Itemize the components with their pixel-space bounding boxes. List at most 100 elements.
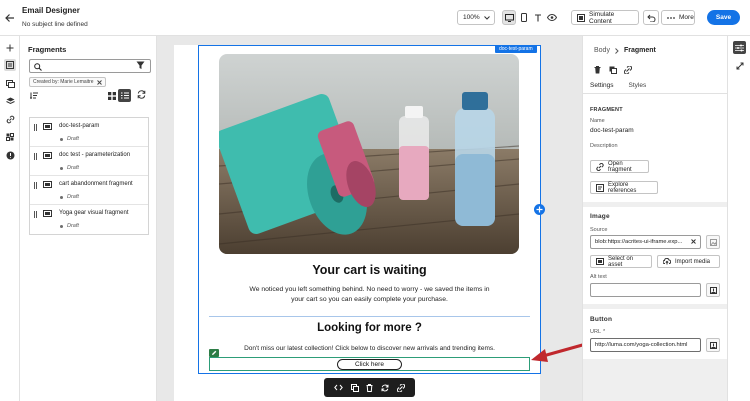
- back-arrow-icon[interactable]: [5, 13, 15, 23]
- filter-icon[interactable]: [136, 61, 145, 70]
- fragment-section-label: FRAGMENT: [590, 107, 623, 113]
- alt-text-personalize-button[interactable]: [706, 283, 720, 297]
- list-item[interactable]: cart abandonment fragment Draft: [30, 176, 148, 205]
- source-field[interactable]: blob:https://acrites-ui-iframe.exp...: [590, 235, 701, 249]
- refresh-icon[interactable]: [381, 384, 389, 392]
- mobile-view-button[interactable]: [517, 10, 531, 25]
- delete-icon[interactable]: [366, 383, 373, 392]
- explore-references-button[interactable]: Explore references: [590, 181, 658, 194]
- link-icon[interactable]: [4, 113, 16, 125]
- duplicate-icon[interactable]: [609, 66, 617, 74]
- divider: [209, 316, 530, 317]
- pencil-icon[interactable]: [209, 349, 219, 357]
- assets-icon[interactable]: [4, 78, 16, 90]
- undo-button[interactable]: [643, 10, 659, 25]
- desktop-view-button[interactable]: [502, 10, 516, 25]
- paragraph-cart[interactable]: We noticed you left something behind. No…: [248, 285, 491, 305]
- fragment-name: cart abandonment fragment: [59, 181, 133, 187]
- desktop-icon: [504, 13, 514, 22]
- source-label: Source: [590, 227, 608, 233]
- description-label: Description: [590, 143, 618, 149]
- list-item[interactable]: Yoga gear visual fragment Draft: [30, 205, 148, 234]
- more-label: More: [679, 14, 694, 21]
- mobile-icon: [521, 13, 527, 22]
- image-picker-button[interactable]: [706, 235, 720, 249]
- preview-button[interactable]: [545, 10, 559, 25]
- alt-text-label: Alt text: [590, 274, 607, 280]
- collapse-panel-icon[interactable]: [733, 59, 746, 72]
- validation-icon[interactable]: [4, 149, 16, 161]
- personalization-icon[interactable]: [4, 131, 16, 143]
- url-value: http://luma.com/yoga-collection.html: [595, 342, 688, 348]
- list-item[interactable]: doc test - parameterization Draft: [30, 147, 148, 176]
- code-icon[interactable]: [334, 384, 343, 391]
- drag-handle-icon[interactable]: [34, 211, 37, 218]
- subject-line[interactable]: No subject line defined: [22, 21, 88, 28]
- list-item[interactable]: doc-test-param Draft: [30, 118, 148, 147]
- delete-icon[interactable]: [594, 66, 601, 74]
- drag-handle-icon[interactable]: [34, 153, 37, 160]
- unlink-icon[interactable]: [397, 383, 406, 392]
- simulate-content-button[interactable]: Simulate Content: [571, 10, 639, 25]
- fragment-thumbnail-icon: [43, 123, 52, 130]
- section-separator: [583, 304, 727, 309]
- duplicate-icon[interactable]: [350, 383, 359, 392]
- url-personalize-button[interactable]: [706, 338, 720, 352]
- selection-tag: doc-test-param: [495, 45, 537, 53]
- open-fragment-label: Open fragment: [608, 160, 632, 173]
- paragraph-collection[interactable]: Don't miss our latest collection! Click …: [198, 345, 541, 352]
- select-asset-label: Select on asset: [608, 255, 634, 268]
- image-section-label: Image: [590, 213, 610, 220]
- references-icon: [596, 183, 604, 192]
- search-input[interactable]: [29, 59, 151, 73]
- asset-icon: [596, 258, 604, 265]
- component-toolbar: [324, 378, 415, 397]
- properties-panel: Body Fragment Settings Styles FRAGMENT N…: [582, 36, 727, 401]
- cta-button[interactable]: Click here: [337, 359, 402, 370]
- fragment-name: doc test - parameterization: [59, 152, 131, 158]
- personalize-icon: [709, 341, 717, 349]
- drag-handle-icon[interactable]: [34, 182, 37, 189]
- alt-text-field[interactable]: [590, 283, 701, 297]
- chevron-right-icon: [615, 47, 619, 54]
- simulate-content-label: Simulate Content: [589, 10, 615, 25]
- filter-chip[interactable]: Created by: Marie Lemaitre: [29, 77, 106, 87]
- search-icon: [34, 63, 42, 71]
- open-fragment-button[interactable]: Open fragment: [590, 160, 649, 173]
- status-dot: [60, 225, 63, 228]
- add-icon[interactable]: [4, 42, 16, 54]
- explore-references-label: Explore references: [608, 181, 637, 194]
- close-icon[interactable]: [96, 79, 102, 85]
- layers-icon[interactable]: [4, 95, 16, 107]
- text-view-button[interactable]: [531, 10, 545, 25]
- fragment-list: doc-test-param Draft doc test - paramete…: [29, 117, 149, 235]
- unlink-icon[interactable]: [624, 66, 632, 74]
- app-header: Email Designer No subject line defined 1…: [0, 0, 750, 36]
- section-separator: [583, 202, 727, 207]
- add-component-icon[interactable]: [534, 204, 545, 215]
- fragment-thumbnail-icon: [43, 152, 52, 159]
- more-button[interactable]: More: [661, 10, 695, 25]
- clear-icon[interactable]: [691, 239, 696, 244]
- import-media-button[interactable]: Import media: [657, 255, 720, 268]
- grid-view-icon[interactable]: [106, 90, 117, 101]
- sort-icon[interactable]: [30, 92, 39, 99]
- personalize-icon: [709, 286, 717, 294]
- heading-cart-waiting[interactable]: Your cart is waiting: [198, 263, 541, 277]
- heading-looking-more[interactable]: Looking for more ?: [198, 322, 541, 334]
- settings-sliders-icon[interactable]: [733, 41, 746, 54]
- name-value: doc-test-param: [590, 127, 634, 134]
- select-asset-button[interactable]: Select on asset: [590, 255, 652, 268]
- breadcrumb-parent[interactable]: Body: [594, 47, 610, 54]
- list-view-icon[interactable]: [118, 89, 131, 102]
- save-button[interactable]: Save: [707, 10, 740, 25]
- status-badge: Draft: [67, 194, 79, 200]
- fragments-icon[interactable]: [4, 59, 16, 71]
- panel-bottom-fill: [583, 359, 727, 401]
- breadcrumb-current: Fragment: [623, 47, 656, 54]
- refresh-icon[interactable]: [137, 90, 146, 99]
- drag-handle-icon[interactable]: [34, 124, 37, 131]
- zoom-select[interactable]: 100%: [457, 10, 495, 25]
- link-icon: [596, 162, 604, 171]
- url-field[interactable]: http://luma.com/yoga-collection.html: [590, 338, 701, 352]
